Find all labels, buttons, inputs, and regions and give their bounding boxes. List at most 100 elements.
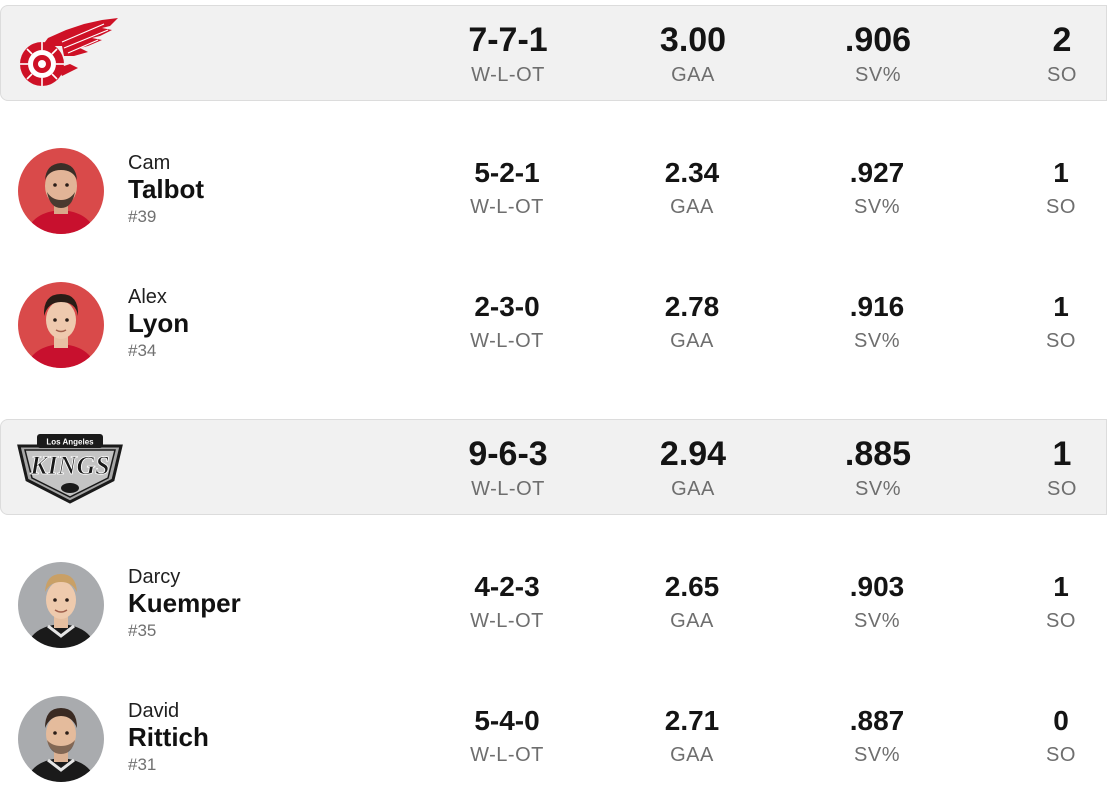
team-shutouts-label: SO xyxy=(1047,64,1077,86)
goalie-row[interactable]: Darcy Kuemper #35 4-2-3 W-L-OT 2.65 GAA … xyxy=(0,550,1107,660)
goalie-last-name[interactable]: Kuemper xyxy=(128,588,241,618)
goalie-gaa-value: 2.65 xyxy=(664,571,720,602)
goalie-save-pct-label: SV% xyxy=(854,196,900,218)
team-save-pct-value: .885 xyxy=(844,435,912,473)
team-save-pct: .906 SV% xyxy=(798,20,958,90)
avatar[interactable] xyxy=(18,282,104,368)
goalie-record: 2-3-0 W-L-OT xyxy=(427,290,587,356)
team-record: 7-7-1 W-L-OT xyxy=(428,20,588,90)
goalie-gaa: 2.65 GAA xyxy=(612,570,772,636)
team-shutouts: 1 SO xyxy=(982,434,1107,504)
team-gaa-value: 3.00 xyxy=(659,21,727,59)
team-record-value: 7-7-1 xyxy=(468,21,548,59)
avatar[interactable] xyxy=(18,562,104,648)
goalie-gaa: 2.71 GAA xyxy=(612,704,772,770)
goalie-record-label: W-L-OT xyxy=(470,744,544,766)
goalie-first-name: Cam xyxy=(128,152,171,174)
goalie-record: 5-4-0 W-L-OT xyxy=(427,704,587,770)
goalie-shutouts: 0 SO xyxy=(981,704,1107,770)
goalie-save-pct-value: .927 xyxy=(849,157,905,188)
goalie-last-name[interactable]: Talbot xyxy=(128,174,204,204)
goalie-name: David Rittich #31 xyxy=(128,700,209,776)
team-record-value: 9-6-3 xyxy=(468,435,548,473)
goalie-last-name[interactable]: Rittich xyxy=(128,722,209,752)
goalie-gaa-label: GAA xyxy=(670,744,714,766)
goalie-comparison: 7-7-1 W-L-OT 3.00 GAA .906 SV% 2 SO Cam … xyxy=(0,0,1107,800)
goalie-gaa: 2.34 GAA xyxy=(612,156,772,222)
team-shutouts: 2 SO xyxy=(982,20,1107,90)
team-record-label: W-L-OT xyxy=(471,478,545,500)
team-shutouts-label: SO xyxy=(1047,478,1077,500)
kings-logo-icon: Los Angeles KINGS xyxy=(15,430,125,506)
goalie-save-pct-value: .903 xyxy=(849,571,905,602)
team-gaa-label: GAA xyxy=(671,64,715,86)
goalie-gaa: 2.78 GAA xyxy=(612,290,772,356)
goalie-gaa-label: GAA xyxy=(670,196,714,218)
goalie-gaa-value: 2.71 xyxy=(664,705,720,736)
goalie-save-pct-value: .887 xyxy=(849,705,905,736)
goalie-record-label: W-L-OT xyxy=(470,330,544,352)
goalie-record-value: 2-3-0 xyxy=(474,291,540,322)
goalie-name: Alex Lyon #34 xyxy=(128,286,189,362)
red-wings-logo-icon xyxy=(15,16,125,92)
team-gaa-label: GAA xyxy=(671,478,715,500)
goalie-shutouts-value: 1 xyxy=(1053,571,1069,602)
goalie-row[interactable]: Cam Talbot #39 5-2-1 W-L-OT 2.34 GAA .92… xyxy=(0,136,1107,246)
team-gaa: 3.00 GAA xyxy=(613,20,773,90)
team-save-pct-label: SV% xyxy=(855,478,901,500)
goalie-record-value: 5-4-0 xyxy=(474,705,540,736)
goalie-number: #34 xyxy=(128,341,157,360)
goalie-number: #31 xyxy=(128,755,157,774)
goalie-shutouts-label: SO xyxy=(1046,330,1076,352)
goalie-gaa-value: 2.78 xyxy=(664,291,720,322)
team-save-pct-label: SV% xyxy=(855,64,901,86)
team-gaa: 2.94 GAA xyxy=(613,434,773,504)
kings-logo-subtext: Los Angeles xyxy=(46,438,94,447)
goalie-save-pct-label: SV% xyxy=(854,610,900,632)
team-record-label: W-L-OT xyxy=(471,64,545,86)
goalie-shutouts-value: 1 xyxy=(1053,291,1069,322)
goalie-save-pct: .903 SV% xyxy=(797,570,957,636)
goalie-shutouts-label: SO xyxy=(1046,744,1076,766)
goalie-shutouts-label: SO xyxy=(1046,196,1076,218)
goalie-name: Darcy Kuemper #35 xyxy=(128,566,241,642)
goalie-last-name[interactable]: Lyon xyxy=(128,308,189,338)
goalie-save-pct-value: .916 xyxy=(849,291,905,322)
goalie-shutouts: 1 SO xyxy=(981,570,1107,636)
goalie-gaa-label: GAA xyxy=(670,330,714,352)
team-row-detroit[interactable]: 7-7-1 W-L-OT 3.00 GAA .906 SV% 2 SO xyxy=(0,5,1107,101)
team-save-pct-value: .906 xyxy=(844,21,912,59)
goalie-name: Cam Talbot #39 xyxy=(128,152,204,228)
goalie-shutouts: 1 SO xyxy=(981,290,1107,356)
team-row-kings[interactable]: Los Angeles KINGS 9-6-3 W-L-OT 2.94 GAA … xyxy=(0,419,1107,515)
team-shutouts-value: 2 xyxy=(1052,21,1072,59)
goalie-save-pct: .887 SV% xyxy=(797,704,957,770)
team-record: 9-6-3 W-L-OT xyxy=(428,434,588,504)
goalie-save-pct-label: SV% xyxy=(854,330,900,352)
goalie-save-pct: .927 SV% xyxy=(797,156,957,222)
goalie-record-label: W-L-OT xyxy=(470,610,544,632)
goalie-first-name: Alex xyxy=(128,286,167,308)
goalie-record-value: 5-2-1 xyxy=(474,157,540,188)
team-save-pct: .885 SV% xyxy=(798,434,958,504)
goalie-row[interactable]: Alex Lyon #34 2-3-0 W-L-OT 2.78 GAA .916… xyxy=(0,270,1107,380)
kings-logo-text: KINGS xyxy=(29,451,109,480)
goalie-record-value: 4-2-3 xyxy=(474,571,540,602)
goalie-row[interactable]: David Rittich #31 5-4-0 W-L-OT 2.71 GAA … xyxy=(0,684,1107,794)
goalie-record-label: W-L-OT xyxy=(470,196,544,218)
goalie-first-name: Darcy xyxy=(128,566,181,588)
avatar[interactable] xyxy=(18,696,104,782)
goalie-first-name: David xyxy=(128,700,180,722)
goalie-save-pct-label: SV% xyxy=(854,744,900,766)
goalie-shutouts-value: 0 xyxy=(1053,705,1069,736)
goalie-number: #35 xyxy=(128,621,157,640)
team-gaa-value: 2.94 xyxy=(659,435,727,473)
avatar[interactable] xyxy=(18,148,104,234)
goalie-record: 5-2-1 W-L-OT xyxy=(427,156,587,222)
goalie-shutouts-value: 1 xyxy=(1053,157,1069,188)
goalie-gaa-value: 2.34 xyxy=(664,157,720,188)
team-shutouts-value: 1 xyxy=(1052,435,1072,473)
goalie-shutouts: 1 SO xyxy=(981,156,1107,222)
goalie-gaa-label: GAA xyxy=(670,610,714,632)
goalie-save-pct: .916 SV% xyxy=(797,290,957,356)
